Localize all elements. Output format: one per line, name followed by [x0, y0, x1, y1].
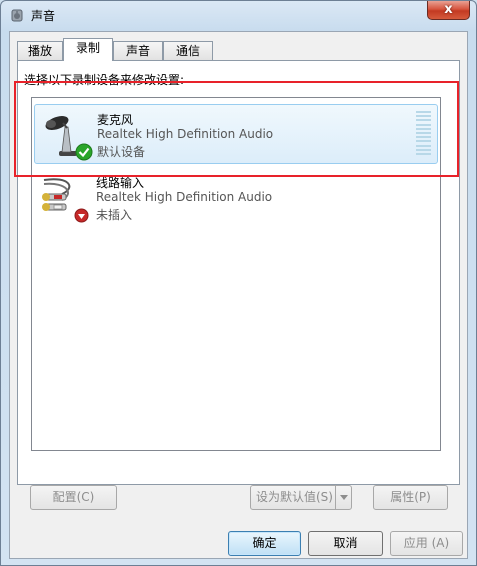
tab-recording[interactable]: 录制 — [63, 38, 113, 61]
close-icon: x — [444, 2, 453, 17]
chevron-down-icon — [340, 495, 348, 500]
device-status: 默认设备 — [97, 145, 146, 159]
unplugged-icon — [74, 208, 89, 223]
device-item-line-in[interactable]: 线路输入 Realtek High Definition Audio 未插入 — [34, 168, 438, 228]
device-status: 未插入 — [96, 208, 133, 222]
dialog-body: 播放 录制 声音 通信 选择以下录制设备来修改设置: 麦克风 Realtek H… — [9, 31, 468, 559]
sound-dialog: 声音 x 播放 录制 声音 通信 选择以下录制设备来修改设置: 麦克风 Real… — [0, 0, 477, 566]
default-check-icon — [75, 143, 93, 161]
configure-button[interactable]: 配置(C) — [30, 485, 117, 510]
set-default-dropdown[interactable] — [335, 486, 351, 509]
tab-communications[interactable]: 通信 — [163, 41, 213, 60]
close-button[interactable]: x — [427, 1, 470, 20]
device-driver: Realtek High Definition Audio — [96, 190, 273, 204]
set-default-label: 设为默认值(S) — [256, 490, 333, 504]
set-default-button[interactable]: 设为默认值(S) — [250, 485, 352, 510]
ok-button[interactable]: 确定 — [228, 531, 301, 556]
speaker-icon — [11, 9, 23, 22]
device-item-microphone[interactable]: 麦克风 Realtek High Definition Audio 默认设备 — [34, 104, 438, 164]
title-bar[interactable]: 声音 x — [1, 1, 476, 29]
properties-button[interactable]: 属性(P) — [373, 485, 448, 510]
input-level-meter — [416, 111, 431, 155]
recording-device-list[interactable]: 麦克风 Realtek High Definition Audio 默认设备 线… — [31, 97, 441, 451]
apply-button[interactable]: 应用 (A) — [390, 531, 463, 556]
tab-sounds[interactable]: 声音 — [113, 41, 163, 60]
window-title: 声音 — [31, 9, 56, 23]
instructions-label: 选择以下录制设备来修改设置: — [24, 73, 185, 87]
tab-playback[interactable]: 播放 — [17, 41, 63, 60]
device-name: 麦克风 — [97, 113, 134, 127]
device-driver: Realtek High Definition Audio — [97, 127, 274, 141]
recording-panel: 选择以下录制设备来修改设置: 麦克风 Realtek High Definiti… — [17, 60, 460, 485]
cancel-button[interactable]: 取消 — [308, 531, 383, 556]
device-name: 线路输入 — [96, 176, 145, 190]
